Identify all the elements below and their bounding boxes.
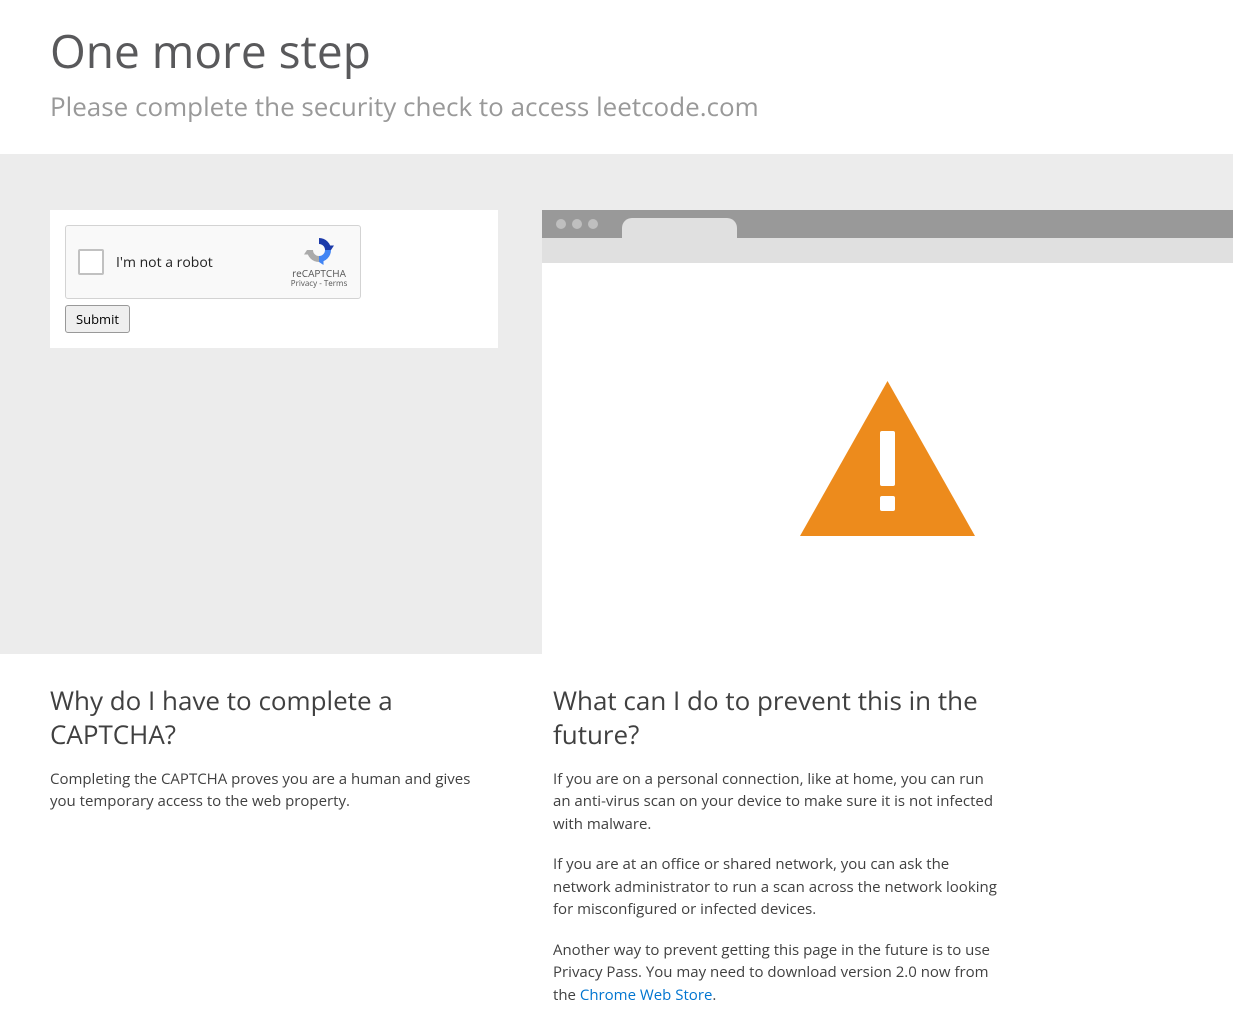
recaptcha-branding: reCAPTCHA Privacy - Terms (286, 235, 352, 289)
recaptcha-privacy-links[interactable]: Privacy - Terms (286, 279, 352, 289)
page-header: One more step Please complete the securi… (0, 0, 1233, 154)
why-paragraph: Completing the CAPTCHA proves you are a … (50, 768, 498, 813)
captcha-panel: I'm not a robot reCAPTCHA Privacy - Term… (50, 210, 498, 348)
page-title: One more step (50, 20, 1183, 82)
prevent-paragraph-3: Another way to prevent getting this page… (553, 939, 1001, 1007)
chrome-web-store-link[interactable]: Chrome Web Store (580, 985, 713, 1005)
window-dot-icon (556, 219, 566, 229)
prevent-paragraph-1: If you are on a personal connection, lik… (553, 768, 1001, 836)
middle-section: I'm not a robot reCAPTCHA Privacy - Term… (0, 154, 1233, 654)
window-dot-icon (572, 219, 582, 229)
browser-toolbar (542, 238, 1233, 263)
recaptcha-widget[interactable]: I'm not a robot reCAPTCHA Privacy - Term… (65, 225, 361, 299)
why-heading: Why do I have to complete a CAPTCHA? (50, 684, 498, 752)
info-section: Why do I have to complete a CAPTCHA? Com… (0, 654, 1233, 1024)
window-dot-icon (588, 219, 598, 229)
recaptcha-checkbox[interactable] (78, 249, 104, 275)
browser-mockup (542, 210, 1233, 654)
info-col-prevent: What can I do to prevent this in the fut… (553, 684, 1001, 1024)
page-subtitle: Please complete the security check to ac… (50, 88, 1183, 124)
browser-tab (622, 218, 737, 238)
info-col-why: Why do I have to complete a CAPTCHA? Com… (50, 684, 498, 1024)
prevent-heading: What can I do to prevent this in the fut… (553, 684, 1001, 752)
submit-button[interactable]: Submit (65, 305, 130, 333)
browser-titlebar (542, 210, 1233, 238)
prevent-paragraph-2: If you are at an office or shared networ… (553, 853, 1001, 921)
browser-viewport (542, 263, 1233, 654)
warning-triangle-icon (800, 381, 975, 536)
recaptcha-label: I'm not a robot (116, 253, 286, 272)
recaptcha-logo-icon (304, 235, 334, 265)
